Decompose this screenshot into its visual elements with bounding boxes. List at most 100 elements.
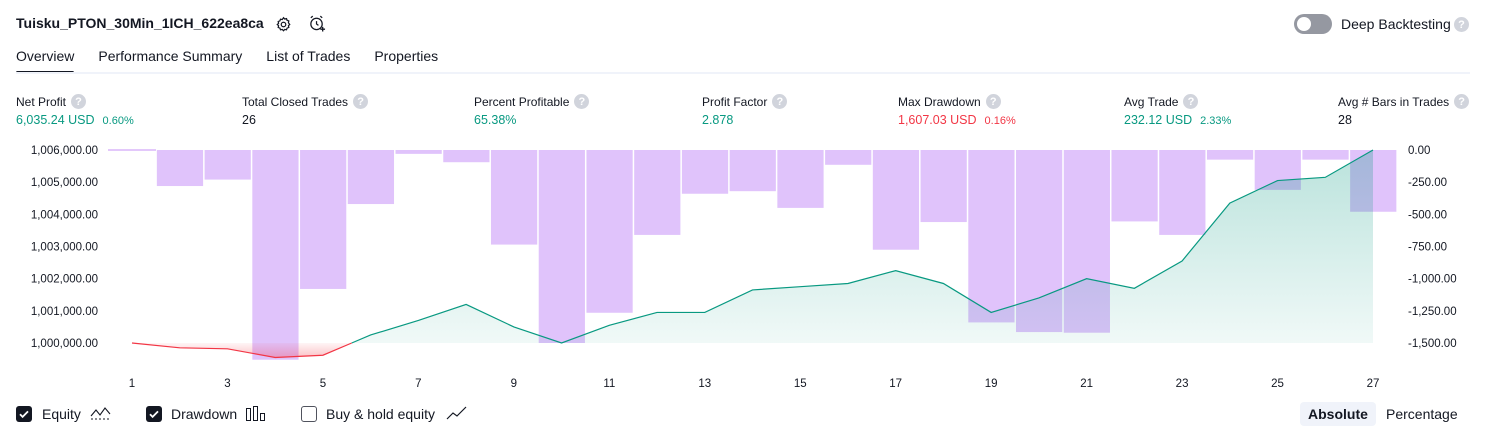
strategy-title: Tuisku_PTON_30Min_1ICH_622ea8ca bbox=[16, 15, 264, 31]
stat-value: 28 bbox=[1338, 113, 1352, 127]
drawdown-bar bbox=[1111, 150, 1158, 222]
info-icon[interactable]: ? bbox=[772, 94, 788, 109]
stat-value: 65.38% bbox=[474, 113, 517, 127]
drawdown-bar bbox=[538, 150, 585, 343]
info-icon[interactable]: ? bbox=[985, 94, 1001, 109]
drawdown-bar bbox=[1302, 150, 1349, 160]
buy-hold-label[interactable]: Buy & hold equity bbox=[326, 406, 435, 422]
x-axis-tick: 7 bbox=[415, 378, 421, 390]
stat-profit-factor: Profit Factor? 2.878 bbox=[702, 94, 788, 127]
left-axis-tick: 1,005,000.00 bbox=[31, 177, 98, 189]
left-axis-tick: 1,000,000.00 bbox=[31, 338, 98, 350]
stat-net-profit: Net Profit? 6,035.24 USD 0.60% bbox=[16, 94, 134, 127]
drawdown-bars-icon bbox=[245, 405, 267, 428]
info-icon[interactable]: ? bbox=[71, 94, 87, 109]
stat-value: 232.12 USD bbox=[1124, 113, 1193, 127]
drawdown-bar bbox=[634, 150, 681, 235]
x-axis-tick: 1 bbox=[129, 378, 135, 390]
drawdown-checkbox[interactable] bbox=[146, 406, 162, 422]
stat-label: Profit Factor bbox=[702, 94, 768, 109]
stat-label: Avg # Bars in Trades bbox=[1338, 94, 1450, 109]
drawdown-bar bbox=[681, 150, 729, 194]
stat-label: Percent Profitable bbox=[474, 94, 570, 109]
info-icon[interactable]: ? bbox=[574, 94, 590, 109]
stat-value: 26 bbox=[242, 113, 256, 127]
stat-value: 1,607.03 USD bbox=[898, 113, 977, 127]
x-axis-tick: 13 bbox=[698, 378, 711, 390]
drawdown-bar bbox=[443, 150, 490, 163]
gear-icon[interactable] bbox=[274, 15, 292, 33]
stat-max-drawdown: Max Drawdown? 1,607.03 USD 0.16% bbox=[898, 94, 1016, 127]
x-axis-tick: 9 bbox=[511, 378, 517, 390]
x-axis-tick: 27 bbox=[1367, 378, 1380, 390]
drawdown-bar bbox=[777, 150, 824, 208]
absolute-button[interactable]: Absolute bbox=[1300, 402, 1376, 426]
info-icon[interactable]: ? bbox=[1454, 94, 1470, 109]
tab-divider bbox=[16, 72, 1470, 74]
x-axis-tick: 17 bbox=[889, 378, 902, 390]
stat-total-closed-trades: Total Closed Trades? 26 bbox=[242, 94, 369, 127]
left-axis-tick: 1,003,000.00 bbox=[31, 242, 98, 254]
x-axis-tick: 19 bbox=[985, 378, 998, 390]
right-axis-tick: -250.00 bbox=[1408, 177, 1447, 189]
drawdown-bar bbox=[156, 150, 204, 187]
equity-checkbox[interactable] bbox=[16, 406, 32, 422]
buy-hold-line-icon bbox=[446, 404, 468, 427]
drawdown-bar bbox=[490, 150, 538, 245]
drawdown-bar bbox=[729, 150, 776, 192]
x-axis-tick: 5 bbox=[320, 378, 326, 390]
left-axis-tick: 1,006,000.00 bbox=[31, 145, 98, 157]
drawdown-bar bbox=[920, 150, 967, 223]
drawdown-label[interactable]: Drawdown bbox=[171, 406, 237, 422]
drawdown-bar bbox=[825, 150, 872, 165]
drawdown-bar bbox=[300, 150, 347, 289]
right-axis-tick: -500.00 bbox=[1408, 209, 1447, 221]
x-axis-tick: 3 bbox=[224, 378, 230, 390]
drawdown-bar bbox=[347, 150, 395, 205]
help-icon[interactable]: ? bbox=[1454, 17, 1469, 32]
deep-backtesting-label: Deep Backtesting bbox=[1341, 16, 1451, 32]
left-axis-tick: 1,002,000.00 bbox=[31, 274, 98, 286]
left-axis-tick: 1,004,000.00 bbox=[31, 209, 98, 221]
equity-label[interactable]: Equity bbox=[42, 406, 81, 422]
stat-label: Net Profit bbox=[16, 94, 67, 109]
drawdown-bar bbox=[395, 150, 442, 154]
x-axis-tick: 11 bbox=[603, 378, 615, 390]
alarm-add-icon[interactable] bbox=[308, 14, 326, 32]
stat-label: Total Closed Trades bbox=[242, 94, 349, 109]
drawdown-bar bbox=[586, 150, 633, 313]
deep-backtesting-toggle[interactable] bbox=[1294, 14, 1332, 34]
x-axis-tick: 21 bbox=[1080, 378, 1093, 390]
x-axis-tick: 15 bbox=[794, 378, 807, 390]
tab-bar: Overview Performance Summary List of Tra… bbox=[16, 48, 438, 74]
x-axis-tick: 23 bbox=[1176, 378, 1189, 390]
stat-percent: 0.16% bbox=[984, 115, 1016, 127]
x-axis-tick: 25 bbox=[1271, 378, 1284, 390]
stat-percent-profitable: Percent Profitable? 65.38% bbox=[474, 94, 590, 127]
percentage-button[interactable]: Percentage bbox=[1378, 402, 1466, 426]
info-icon[interactable]: ? bbox=[353, 94, 369, 109]
buy-hold-checkbox[interactable] bbox=[301, 406, 317, 422]
right-axis-tick: -1,250.00 bbox=[1408, 306, 1457, 318]
drawdown-bar bbox=[204, 150, 251, 180]
equity-line-icon bbox=[90, 404, 112, 427]
stat-percent: 0.60% bbox=[102, 115, 134, 127]
right-axis-tick: -1,000.00 bbox=[1408, 274, 1457, 286]
tab-overview[interactable]: Overview bbox=[16, 48, 75, 74]
right-axis-tick: 0.00 bbox=[1408, 145, 1430, 157]
right-axis-tick: -750.00 bbox=[1408, 242, 1447, 254]
right-axis-tick: -1,500.00 bbox=[1408, 338, 1457, 350]
info-icon[interactable]: ? bbox=[1183, 94, 1199, 109]
tab-performance-summary[interactable]: Performance Summary bbox=[98, 48, 242, 74]
stat-value: 6,035.24 USD bbox=[16, 113, 95, 127]
stat-avg-bars-in-trades: Avg # Bars in Trades? 28 bbox=[1338, 94, 1470, 127]
drawdown-bar bbox=[252, 150, 299, 360]
tab-properties[interactable]: Properties bbox=[374, 48, 438, 74]
drawdown-bar bbox=[1206, 150, 1254, 160]
stat-value: 2.878 bbox=[702, 113, 734, 127]
equity-drawdown-chart[interactable]: 1,006,000.00 1,005,000.00 1,004,000.00 1,00… bbox=[0, 135, 1486, 395]
stat-avg-trade: Avg Trade? 232.12 USD 2.33% bbox=[1124, 94, 1231, 127]
stat-percent: 2.33% bbox=[1200, 115, 1232, 127]
tab-list-of-trades[interactable]: List of Trades bbox=[266, 48, 350, 74]
drawdown-bar bbox=[872, 150, 920, 250]
